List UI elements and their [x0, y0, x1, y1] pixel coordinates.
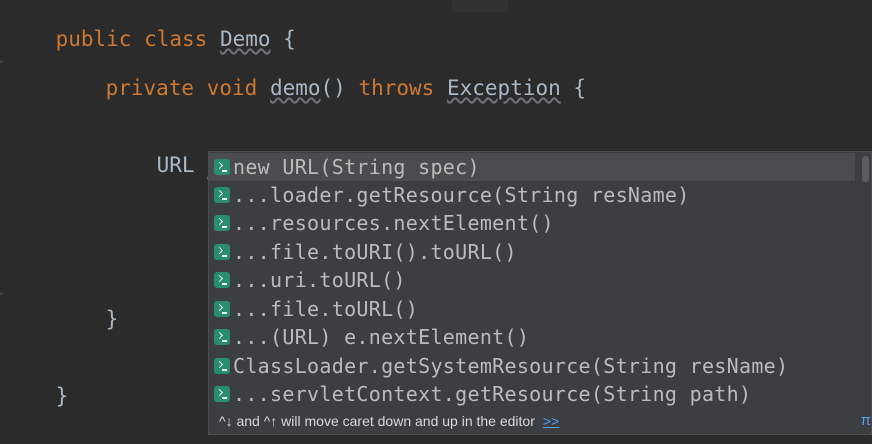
popup-scrollbar[interactable] [862, 156, 869, 182]
live-template-icon [214, 329, 230, 345]
completion-item-label: ClassLoader.getSystemResource(String res… [233, 354, 789, 378]
live-template-icon [214, 272, 230, 288]
completion-footer: ^↓ and ^↑ will move caret down and up in… [209, 408, 871, 434]
method-name: demo [269, 76, 321, 100]
completion-item-label: ...(URL) e.nextElement() [233, 325, 530, 349]
keyword-throws: throws [358, 76, 447, 100]
completion-item[interactable]: ...file.toURI().toURL() [209, 238, 855, 266]
type-name: URL [156, 153, 208, 177]
live-template-icon [214, 187, 230, 203]
completion-hint-text: ^↓ and ^↑ will move caret down and up in… [219, 413, 535, 429]
open-brace: { [270, 27, 296, 51]
class-name: Demo [219, 27, 271, 51]
exception-type: Exception [446, 76, 561, 100]
completion-item-label: ...servletContext.getResource(String pat… [233, 382, 752, 406]
completion-hint-link[interactable]: >> [543, 413, 559, 429]
completion-item[interactable]: ClassLoader.getSystemResource(String res… [209, 352, 855, 380]
gutter-marker [0, 292, 3, 295]
code-editor[interactable]: public class Demo { private void demo() … [0, 0, 872, 444]
completion-item[interactable]: ...(URL) e.nextElement() [209, 323, 855, 351]
live-template-icon [214, 244, 230, 260]
live-template-icon [214, 301, 230, 317]
gutter-marker [0, 60, 3, 63]
completion-item[interactable]: ...servletContext.getResource(String pat… [209, 380, 855, 408]
pi-icon[interactable]: π [861, 412, 871, 429]
completion-item-label: ...uri.toURL() [233, 268, 406, 292]
code-line-class-close[interactable]: } [5, 357, 69, 408]
completion-item-label: ...file.toURL() [233, 297, 419, 321]
code-line-class-decl[interactable]: public class Demo { [5, 0, 296, 51]
open-brace: { [560, 76, 587, 100]
close-brace: } [105, 307, 119, 331]
live-template-icon [214, 215, 230, 231]
completion-item[interactable]: new URL(String spec) [209, 153, 855, 181]
keyword-private-void: private void [105, 76, 270, 100]
completion-item[interactable]: ...uri.toURL() [209, 266, 855, 294]
code-line-assignment[interactable]: URL url = [106, 126, 288, 177]
live-template-icon [214, 358, 230, 374]
code-completion-popup[interactable]: new URL(String spec) ...loader.getResour… [208, 151, 872, 435]
completion-item-label: ...file.toURI().toURL() [233, 240, 517, 264]
method-parens: () [320, 76, 359, 100]
code-line-method-decl[interactable]: private void demo() throws Exception { [55, 49, 587, 100]
close-brace: } [55, 384, 69, 408]
live-template-icon [214, 159, 230, 175]
completion-item-label: ...loader.getResource(String resName) [233, 183, 690, 207]
completion-item[interactable]: ...loader.getResource(String resName) [209, 181, 855, 209]
completion-item[interactable]: ...file.toURL() [209, 295, 855, 323]
completion-item-label: ...resources.nextElement() [233, 211, 554, 235]
live-template-icon [214, 386, 230, 402]
completion-item[interactable]: ...resources.nextElement() [209, 209, 855, 237]
completion-item-label: new URL(String spec) [233, 155, 480, 179]
code-line-method-close[interactable]: } [55, 280, 119, 331]
keyword-public-class: public class [55, 27, 220, 51]
editor-top-tab [452, 0, 508, 12]
